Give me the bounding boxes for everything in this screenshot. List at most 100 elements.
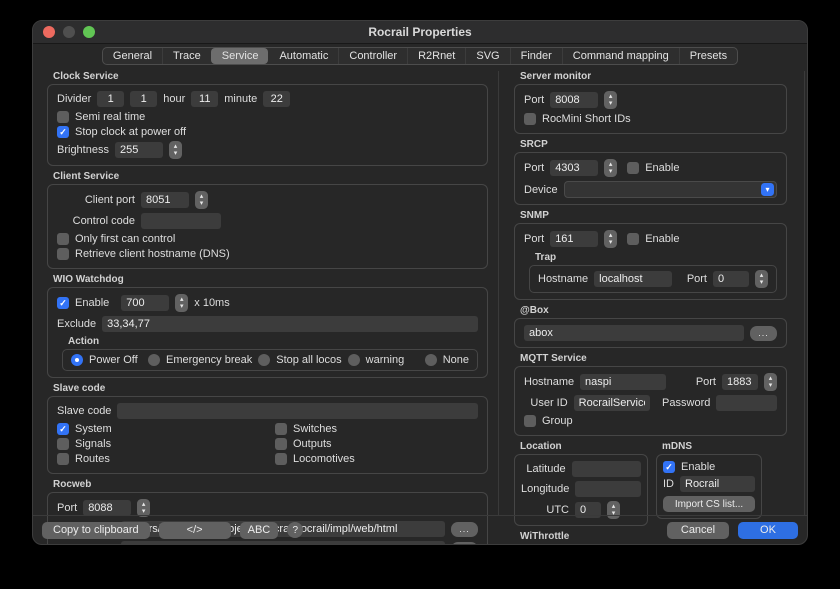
snmp-port-field[interactable] xyxy=(550,231,598,247)
mdns-section: mDNS Enable ID Import CS list... xyxy=(656,441,762,519)
section-title: Rocweb xyxy=(53,479,488,490)
mqtt-port-stepper[interactable] xyxy=(764,373,777,391)
outputs-checkbox[interactable]: Outputs xyxy=(275,438,478,450)
tab-controller[interactable]: Controller xyxy=(338,48,407,64)
minute-field[interactable] xyxy=(263,91,290,107)
radio-emergency-break[interactable]: Emergency break xyxy=(148,354,252,366)
minute-label: minute xyxy=(224,93,257,105)
radio-stop-all-locos[interactable]: Stop all locos xyxy=(258,354,341,366)
longitude-field[interactable] xyxy=(575,481,641,497)
routes-checkbox[interactable]: Routes xyxy=(57,453,275,465)
tab-svg[interactable]: SVG xyxy=(465,48,509,64)
right-column: Server monitor Port RocMini Short IDs SR… xyxy=(499,71,805,515)
radio-icon xyxy=(348,354,360,366)
slave-code-field[interactable] xyxy=(117,403,478,419)
section-title: Server monitor xyxy=(520,71,787,82)
server-monitor-port-stepper[interactable] xyxy=(604,91,617,109)
control-code-field[interactable] xyxy=(141,213,221,229)
mdns-enable-checkbox[interactable]: Enable xyxy=(663,461,755,473)
rocweb-port-label: Port xyxy=(57,502,77,514)
trap-group-title: Trap xyxy=(535,252,777,263)
trap-port-stepper[interactable] xyxy=(755,270,768,288)
exclude-field[interactable] xyxy=(102,316,478,332)
brightness-field[interactable] xyxy=(115,142,163,158)
watchdog-interval-field[interactable] xyxy=(121,295,169,311)
cancel-button[interactable]: Cancel xyxy=(667,522,729,539)
signals-checkbox[interactable]: Signals xyxy=(57,438,275,450)
rocweb-port-field[interactable] xyxy=(83,500,131,516)
watchdog-unit-label: x 10ms xyxy=(194,297,229,309)
abc-button[interactable]: ABC xyxy=(240,522,279,539)
checkbox-checked-icon xyxy=(57,423,69,435)
srcp-device-combobox[interactable] xyxy=(564,181,777,198)
mqtt-userid-label: User ID xyxy=(524,397,568,409)
watchdog-enable-checkbox[interactable]: Enable xyxy=(57,297,109,309)
divider-field-2[interactable] xyxy=(130,91,157,107)
help-icon[interactable]: ? xyxy=(287,522,303,538)
mqtt-group-checkbox[interactable]: Group xyxy=(524,415,777,427)
retrieve-client-hostname-checkbox[interactable]: Retrieve client hostname (DNS) xyxy=(57,248,478,260)
stop-clock-at-power-off-checkbox[interactable]: Stop clock at power off xyxy=(57,126,478,138)
locomotives-checkbox[interactable]: Locomotives xyxy=(275,453,478,465)
tab-trace[interactable]: Trace xyxy=(162,48,211,64)
tab-automatic[interactable]: Automatic xyxy=(268,48,338,64)
tab-general[interactable]: General xyxy=(103,48,162,64)
rocrail-properties-window: Rocrail Properties General Trace Service… xyxy=(32,20,808,545)
trap-port-field[interactable] xyxy=(713,271,749,287)
checkbox-icon xyxy=(57,453,69,465)
atbox-field[interactable] xyxy=(524,325,744,341)
window-title: Rocrail Properties xyxy=(368,25,471,39)
section-title: Location xyxy=(520,441,648,452)
checkbox-icon xyxy=(57,438,69,450)
wio-watchdog-section: WIO Watchdog Enable x 10ms Exclude xyxy=(47,274,488,378)
brightness-stepper[interactable] xyxy=(169,141,182,159)
tab-strip: General Trace Service Automatic Controll… xyxy=(102,47,738,65)
section-title: @Box xyxy=(520,305,787,316)
semi-real-time-checkbox[interactable]: Semi real time xyxy=(57,111,478,123)
snmp-enable-checkbox[interactable]: Enable xyxy=(627,233,679,245)
radio-power-off[interactable]: Power Off xyxy=(71,354,142,366)
srcp-enable-checkbox[interactable]: Enable xyxy=(627,162,679,174)
snmp-section: SNMP Port Enable Trap Host xyxy=(514,210,787,300)
switches-checkbox[interactable]: Switches xyxy=(275,423,478,435)
checkbox-icon xyxy=(57,248,69,260)
tab-r2rnet[interactable]: R2Rnet xyxy=(407,48,465,64)
copy-to-clipboard-button[interactable]: Copy to clipboard xyxy=(42,522,150,539)
srcp-port-field[interactable] xyxy=(550,160,598,176)
tab-command-mapping[interactable]: Command mapping xyxy=(562,48,679,64)
rocmini-short-ids-checkbox[interactable]: RocMini Short IDs xyxy=(524,113,777,125)
mqtt-password-field[interactable] xyxy=(716,395,777,411)
client-port-label: Client port xyxy=(57,194,135,206)
system-checkbox[interactable]: System xyxy=(57,423,275,435)
mqtt-userid-field[interactable] xyxy=(574,395,650,411)
checkbox-icon xyxy=(524,415,536,427)
watchdog-interval-stepper[interactable] xyxy=(175,294,188,312)
radio-none[interactable]: None xyxy=(425,354,469,366)
ok-button[interactable]: OK xyxy=(738,522,798,539)
mdns-id-field[interactable] xyxy=(680,476,755,492)
client-port-field[interactable] xyxy=(141,192,189,208)
only-first-can-control-checkbox[interactable]: Only first can control xyxy=(57,233,478,245)
client-port-stepper[interactable] xyxy=(195,191,208,209)
checkbox-icon xyxy=(57,111,69,123)
trap-hostname-field[interactable] xyxy=(594,271,672,287)
tab-service[interactable]: Service xyxy=(211,48,269,64)
srcp-port-stepper[interactable] xyxy=(604,159,617,177)
latitude-field[interactable] xyxy=(572,461,641,477)
xml-source-button[interactable]: </> xyxy=(159,522,231,539)
tab-presets[interactable]: Presets xyxy=(679,48,737,64)
checkbox-icon xyxy=(627,233,639,245)
mqtt-port-field[interactable] xyxy=(722,374,758,390)
import-cs-list-button[interactable]: Import CS list... xyxy=(663,496,755,512)
mqtt-hostname-field[interactable] xyxy=(580,374,666,390)
hour-field[interactable] xyxy=(191,91,218,107)
divider-field-1[interactable] xyxy=(97,91,124,107)
trap-port-label: Port xyxy=(687,273,707,285)
close-icon[interactable] xyxy=(43,26,55,38)
tab-finder[interactable]: Finder xyxy=(510,48,562,64)
server-monitor-port-field[interactable] xyxy=(550,92,598,108)
snmp-port-stepper[interactable] xyxy=(604,230,617,248)
atbox-browse-button[interactable]: ... xyxy=(750,326,777,341)
radio-warning[interactable]: warning xyxy=(348,354,419,366)
zoom-icon[interactable] xyxy=(83,26,95,38)
